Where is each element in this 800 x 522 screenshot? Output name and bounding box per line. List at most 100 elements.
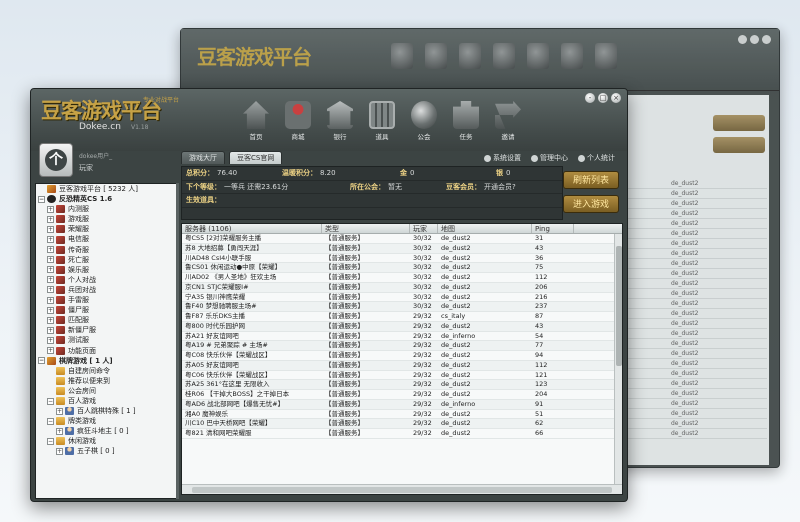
- table-row[interactable]: 湘A0 魔神娱乐 【普通服务】 29/32 de_dust2 51: [182, 410, 622, 420]
- table-row[interactable]: 粤C06 快乐伙伴【荣耀战区】 【普通服务】 29/32 de_dust2 121: [182, 371, 622, 381]
- table-row[interactable]: 苏A21 好友谊网吧 【普通服务】 29/32 de_inferno 54: [182, 332, 622, 342]
- table-row[interactable]: 苏8 大地招募【勇闯天涯】 【普通服务】 30/32 de_dust2 43: [182, 243, 622, 254]
- scroll-thumb[interactable]: [616, 246, 622, 366]
- expand-icon[interactable]: +: [47, 326, 54, 334]
- tree-item[interactable]: + 娱乐服: [36, 265, 176, 275]
- table-row[interactable]: 粤CS5 [2对]荣耀服务主播 【普通服务】 30/32 de_dust2 31: [182, 234, 622, 244]
- expand-icon[interactable]: +: [47, 296, 54, 304]
- scroll-thumb[interactable]: [192, 487, 612, 493]
- tab-lobby[interactable]: 游戏大厅: [181, 151, 225, 164]
- tree-item[interactable]: + 游戏服: [36, 214, 176, 224]
- expand-icon[interactable]: +: [47, 246, 54, 254]
- expand-icon[interactable]: +: [47, 205, 54, 213]
- collapse-icon[interactable]: −: [38, 357, 45, 365]
- tree-item[interactable]: + 匹配服: [36, 315, 176, 325]
- collapse-icon[interactable]: −: [38, 195, 45, 203]
- table-row[interactable]: 宁A35 银川神鹰荣耀 【普通服务】 30/32 de_dust2 216: [182, 293, 622, 303]
- tree-item[interactable]: − 休闲游戏: [36, 436, 176, 446]
- close-button[interactable]: ×: [611, 93, 621, 103]
- tree-item[interactable]: − 反恐精英CS 1.6: [36, 194, 176, 204]
- tree-item[interactable]: 豆客游戏平台 [ 5232 人]: [36, 184, 176, 194]
- expand-icon[interactable]: +: [47, 347, 54, 355]
- table-row[interactable]: 鲁CS01 休闲运动●中原【荣耀】 【普通服务】 30/32 de_dust2 75: [182, 263, 622, 273]
- tree-item[interactable]: − 牌类游戏: [36, 416, 176, 426]
- tree-item[interactable]: − 棋牌游戏 [ 1 人]: [36, 356, 176, 366]
- table-row[interactable]: 粤A19 # 兄弟聚踪 # 主场# 【普通服务】 29/32 de_dust2 77: [182, 341, 622, 351]
- expand-icon[interactable]: +: [47, 225, 54, 233]
- nav-home[interactable]: 首页: [239, 101, 273, 141]
- collapse-icon[interactable]: −: [47, 417, 54, 425]
- admin-center-link[interactable]: 管理中心: [531, 153, 568, 163]
- avatar[interactable]: 个: [39, 143, 73, 177]
- vertical-scrollbar[interactable]: [614, 234, 622, 484]
- tree-item[interactable]: + 兵团对战: [36, 285, 176, 295]
- tree-item[interactable]: + 百人跳棋特殊 [ 1 ]: [36, 406, 176, 416]
- horizontal-scrollbar[interactable]: [182, 484, 622, 494]
- collapse-icon[interactable]: −: [47, 397, 54, 405]
- nav-store[interactable]: 商城: [281, 101, 315, 141]
- table-row[interactable]: 粤821 清和网吧荣耀服 【普通服务】 29/32 de_dust2 66: [182, 429, 622, 439]
- tree-item[interactable]: + 个人对战: [36, 275, 176, 285]
- table-row[interactable]: 粤C08 快乐伙伴【荣耀战区】 【普通服务】 29/32 de_dust2 94: [182, 351, 622, 361]
- maximize-button[interactable]: □: [598, 93, 608, 103]
- tree-item[interactable]: + 传奇服: [36, 245, 176, 255]
- tree-item[interactable]: 公会房间: [36, 386, 176, 396]
- table-row[interactable]: 苏A25 361°在这里 无限收入 【普通服务】 29/32 de_dust2 123: [182, 380, 622, 390]
- tree-item[interactable]: + 死亡服: [36, 255, 176, 265]
- refresh-list-button[interactable]: 刷新列表: [563, 171, 619, 189]
- tree-item[interactable]: + 五子棋 [ 0 ]: [36, 446, 176, 456]
- column-header-map[interactable]: 地图: [438, 224, 532, 233]
- expand-icon[interactable]: +: [47, 266, 54, 274]
- table-row[interactable]: 鲁F87 乐乐DKS主播 【普通服务】 29/32 cs_italy 87: [182, 312, 622, 322]
- expand-icon[interactable]: +: [56, 427, 63, 435]
- table-row[interactable]: 粤800 时代乐园护网 【普通服务】 29/32 de_dust2 43: [182, 321, 622, 332]
- column-header-type[interactable]: 类型: [322, 224, 410, 233]
- tree-item[interactable]: + 测试服: [36, 335, 176, 345]
- expand-icon[interactable]: +: [47, 276, 54, 284]
- expand-icon[interactable]: +: [47, 316, 54, 324]
- tree-item[interactable]: 推荐以便来到: [36, 376, 176, 386]
- expand-icon[interactable]: +: [47, 256, 54, 264]
- column-header-ping[interactable]: Ping: [532, 224, 574, 233]
- expand-icon[interactable]: +: [56, 447, 63, 455]
- expand-icon[interactable]: +: [47, 336, 54, 344]
- table-row[interactable]: 鲁F40 梦想驰聘服主场# 【普通服务】 30/32 de_dust2 237: [182, 302, 622, 312]
- tree-item[interactable]: + 电信服: [36, 234, 176, 244]
- tab-official-site[interactable]: 豆客CS官网: [229, 151, 283, 164]
- nav-invite[interactable]: 邀请: [491, 101, 525, 141]
- tree-item[interactable]: + 内测服: [36, 204, 176, 214]
- nav-task[interactable]: 任务: [449, 101, 483, 141]
- table-row[interactable]: 桂R06 【干掉大BOSS】之干掉日本 【普通服务】 29/32 de_dust2 20…: [182, 390, 622, 400]
- expand-icon[interactable]: +: [47, 286, 54, 294]
- info-membership[interactable]: 豆客会员： 开通会员?: [442, 181, 562, 194]
- expand-icon[interactable]: +: [56, 407, 63, 415]
- tree-item[interactable]: + 手雷服: [36, 295, 176, 305]
- table-row[interactable]: 粤AD6 战北部网吧【爆售无忧#】 【普通服务】 29/32 de_inferno 91: [182, 399, 622, 410]
- tree-item[interactable]: + 僵尸服: [36, 305, 176, 315]
- enter-game-button[interactable]: 进入游戏: [563, 195, 619, 213]
- table-row[interactable]: 川C10 巴中天桥网吧【荣耀】 【普通服务】 29/32 de_dust2 62: [182, 419, 622, 429]
- tree-item[interactable]: + 新僵尸服: [36, 325, 176, 335]
- game-tree[interactable]: 豆客游戏平台 [ 5232 人] − 反恐精英CS 1.6 + 内测服 + 游戏服 + 荣耀服 +…: [35, 183, 177, 499]
- personal-stats-link[interactable]: 个人统计: [578, 153, 615, 163]
- table-row[interactable]: 京CN1 STJC荣耀服I# 【普通服务】 30/32 de_dust2 206: [182, 282, 622, 293]
- table-row[interactable]: 川AD48 CsI4小联手服 【普通服务】 30/32 de_dust2 36: [182, 254, 622, 264]
- tree-item[interactable]: + 荣耀服: [36, 224, 176, 234]
- tree-item[interactable]: + 疯狂斗地主 [ 0 ]: [36, 426, 176, 436]
- column-header-players[interactable]: 玩家: [410, 224, 438, 233]
- tree-item[interactable]: 自建房间命令: [36, 366, 176, 376]
- nav-guild[interactable]: 公会: [407, 101, 441, 141]
- nav-bank[interactable]: 银行: [323, 101, 357, 141]
- system-settings-link[interactable]: 系统设置: [484, 153, 521, 163]
- collapse-icon[interactable]: −: [47, 437, 54, 445]
- tree-item[interactable]: + 功能页面: [36, 346, 176, 356]
- column-header-server[interactable]: 服务器 (1106): [182, 224, 322, 233]
- minimize-button[interactable]: -: [585, 93, 595, 103]
- expand-icon[interactable]: +: [47, 215, 54, 223]
- table-row[interactable]: 苏A05 好友谊网吧 【普通服务】 29/32 de_dust2 112: [182, 360, 622, 371]
- table-row[interactable]: 川AD02 《男人圣地》狂欢主场 【普通服务】 30/32 de_dust2 112: [182, 273, 622, 283]
- expand-icon[interactable]: +: [47, 236, 54, 244]
- expand-icon[interactable]: +: [47, 306, 54, 314]
- nav-props[interactable]: 道具: [365, 101, 399, 141]
- tree-item[interactable]: − 百人游戏: [36, 396, 176, 406]
